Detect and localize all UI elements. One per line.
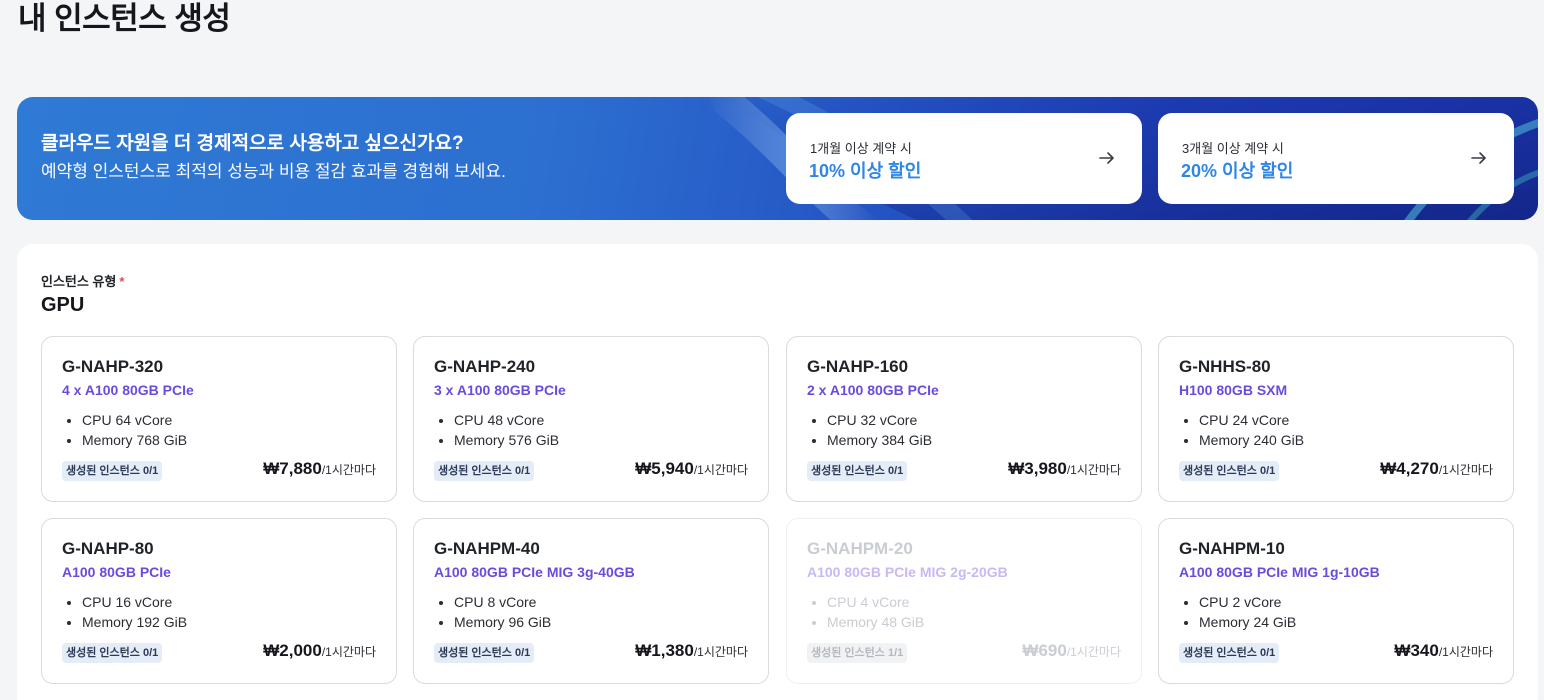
spec-list: CPU 24 vCore Memory 240 GiB	[1199, 410, 1304, 450]
banner-headline: 클라우드 자원을 더 경제적으로 사용하고 싶으신가요?	[41, 133, 464, 154]
price: ₩1,380/1시간마다	[635, 641, 748, 661]
page-title: 내 인스턴스 생성	[18, 1, 231, 36]
price-amount: ₩1,380	[635, 641, 694, 660]
cpu-spec: CPU 24 vCore	[1199, 410, 1304, 430]
cpu-spec: CPU 48 vCore	[454, 410, 559, 430]
price-amount: ₩340	[1394, 641, 1439, 660]
instance-name: G-NAHP-320	[62, 357, 164, 376]
memory-spec: Memory 96 GiB	[454, 612, 551, 632]
instance-count-badge: 생성된 인스턴스 0/1	[62, 643, 163, 663]
memory-spec: Memory 240 GiB	[1199, 430, 1304, 450]
price: ₩4,270/1시간마다	[1380, 459, 1493, 479]
instance-name: G-NAHP-80	[62, 539, 154, 558]
arrow-right-icon	[1471, 152, 1486, 164]
instance-count-badge: 생성된 인스턴스 0/1	[807, 461, 908, 481]
cpu-spec: CPU 32 vCore	[827, 410, 932, 430]
gpu-spec: 3 x A100 80GB PCIe	[434, 382, 566, 398]
gpu-spec: A100 80GB PCIe	[62, 564, 171, 580]
price-amount: ₩4,270	[1380, 459, 1439, 478]
price-unit: /1시간마다	[1438, 463, 1493, 477]
promo-discount: 20% 이상 할인	[1181, 161, 1294, 181]
memory-spec: Memory 576 GiB	[454, 430, 559, 450]
price: ₩5,940/1시간마다	[635, 459, 748, 479]
instance-name: G-NAHP-240	[434, 357, 536, 376]
price-unit: /1시간마다	[1438, 645, 1493, 659]
spec-list: CPU 32 vCore Memory 384 GiB	[827, 410, 932, 450]
field-label-text: 인스턴스 유형	[41, 274, 117, 289]
instance-name: G-NAHP-160	[807, 357, 909, 376]
price-amount: ₩5,940	[635, 459, 694, 478]
category-title: GPU	[41, 294, 85, 316]
memory-spec: Memory 384 GiB	[827, 430, 932, 450]
price: ₩340/1시간마다	[1394, 641, 1493, 661]
instance-count-badge: 생성된 인스턴스 1/1	[807, 643, 908, 663]
cpu-spec: CPU 8 vCore	[454, 592, 551, 612]
memory-spec: Memory 192 GiB	[82, 612, 187, 632]
instance-name: G-NAHPM-40	[434, 539, 540, 558]
gpu-spec: A100 80GB PCIe MIG 3g-40GB	[434, 564, 635, 580]
spec-list: CPU 8 vCore Memory 96 GiB	[454, 592, 551, 632]
instance-count-badge: 생성된 인스턴스 0/1	[434, 643, 535, 663]
instance-type-panel: 인스턴스 유형 * GPU G-NAHP-320 4 x A100 80GB PC…	[17, 244, 1538, 700]
instance-card-g-nahpm-20: G-NAHPM-20 A100 80GB PCIe MIG 2g-20GB CP…	[786, 518, 1142, 684]
price-unit: /1시간마다	[1066, 645, 1121, 659]
instance-count-badge: 생성된 인스턴스 0/1	[1179, 643, 1280, 663]
price: ₩3,980/1시간마다	[1008, 459, 1121, 479]
instance-card-g-nahp-320[interactable]: G-NAHP-320 4 x A100 80GB PCIe CPU 64 vCo…	[41, 336, 397, 502]
price-amount: ₩2,000	[263, 641, 322, 660]
gpu-spec: 2 x A100 80GB PCIe	[807, 382, 939, 398]
memory-spec: Memory 24 GiB	[1199, 612, 1296, 632]
price-unit: /1시간마다	[1066, 463, 1121, 477]
gpu-spec: A100 80GB PCIe MIG 1g-10GB	[1179, 564, 1380, 580]
gpu-spec: H100 80GB SXM	[1179, 382, 1288, 398]
instance-card-g-nahpm-40[interactable]: G-NAHPM-40 A100 80GB PCIe MIG 3g-40GB CP…	[413, 518, 769, 684]
spec-list: CPU 4 vCore Memory 48 GiB	[827, 592, 924, 632]
cpu-spec: CPU 16 vCore	[82, 592, 187, 612]
instance-name: G-NHHS-80	[1179, 357, 1271, 376]
gpu-spec: 4 x A100 80GB PCIe	[62, 382, 194, 398]
gpu-spec: A100 80GB PCIe MIG 2g-20GB	[807, 564, 1008, 580]
price: ₩690/1시간마다	[1022, 641, 1121, 661]
required-mark: *	[119, 274, 125, 289]
instance-type-label: 인스턴스 유형 *	[41, 271, 124, 290]
instance-count-badge: 생성된 인스턴스 0/1	[1179, 461, 1280, 481]
price-unit: /1시간마다	[321, 645, 376, 659]
banner-subtext: 예약형 인스턴스로 최적의 성능과 비용 절감 효과를 경험해 보세요.	[41, 162, 506, 181]
spec-list: CPU 64 vCore Memory 768 GiB	[82, 410, 187, 450]
reserved-instance-banner: 클라우드 자원을 더 경제적으로 사용하고 싶으신가요? 예약형 인스턴스로 최…	[17, 97, 1538, 220]
instance-card-g-nahp-80[interactable]: G-NAHP-80 A100 80GB PCIe CPU 16 vCore Me…	[41, 518, 397, 684]
price-amount: ₩690	[1022, 641, 1067, 660]
instance-count-badge: 생성된 인스턴스 0/1	[62, 461, 163, 481]
memory-spec: Memory 48 GiB	[827, 612, 924, 632]
memory-spec: Memory 768 GiB	[82, 430, 187, 450]
cpu-spec: CPU 4 vCore	[827, 592, 924, 612]
spec-list: CPU 48 vCore Memory 576 GiB	[454, 410, 559, 450]
cpu-spec: CPU 64 vCore	[82, 410, 187, 430]
instance-card-g-nahp-160[interactable]: G-NAHP-160 2 x A100 80GB PCIe CPU 32 vCo…	[786, 336, 1142, 502]
price-amount: ₩3,980	[1008, 459, 1067, 478]
instance-card-g-nhhs-80[interactable]: G-NHHS-80 H100 80GB SXM CPU 24 vCore Mem…	[1158, 336, 1514, 502]
instance-card-g-nahpm-10[interactable]: G-NAHPM-10 A100 80GB PCIe MIG 1g-10GB CP…	[1158, 518, 1514, 684]
cpu-spec: CPU 2 vCore	[1199, 592, 1296, 612]
promo-card-3-month[interactable]: 3개월 이상 계약 시 20% 이상 할인	[1158, 113, 1514, 204]
promo-label: 3개월 이상 계약 시	[1182, 141, 1284, 156]
instance-name: G-NAHPM-20	[807, 539, 913, 558]
instance-count-badge: 생성된 인스턴스 0/1	[434, 461, 535, 481]
arrow-right-icon	[1099, 152, 1114, 164]
price: ₩2,000/1시간마다	[263, 641, 376, 661]
promo-discount: 10% 이상 할인	[809, 161, 922, 181]
spec-list: CPU 16 vCore Memory 192 GiB	[82, 592, 187, 632]
price-amount: ₩7,880	[263, 459, 322, 478]
instance-card-g-nahp-240[interactable]: G-NAHP-240 3 x A100 80GB PCIe CPU 48 vCo…	[413, 336, 769, 502]
promo-label: 1개월 이상 계약 시	[810, 141, 912, 156]
spec-list: CPU 2 vCore Memory 24 GiB	[1199, 592, 1296, 632]
promo-card-1-month[interactable]: 1개월 이상 계약 시 10% 이상 할인	[786, 113, 1142, 204]
price-unit: /1시간마다	[693, 463, 748, 477]
instance-name: G-NAHPM-10	[1179, 539, 1285, 558]
price-unit: /1시간마다	[693, 645, 748, 659]
price-unit: /1시간마다	[321, 463, 376, 477]
price: ₩7,880/1시간마다	[263, 459, 376, 479]
